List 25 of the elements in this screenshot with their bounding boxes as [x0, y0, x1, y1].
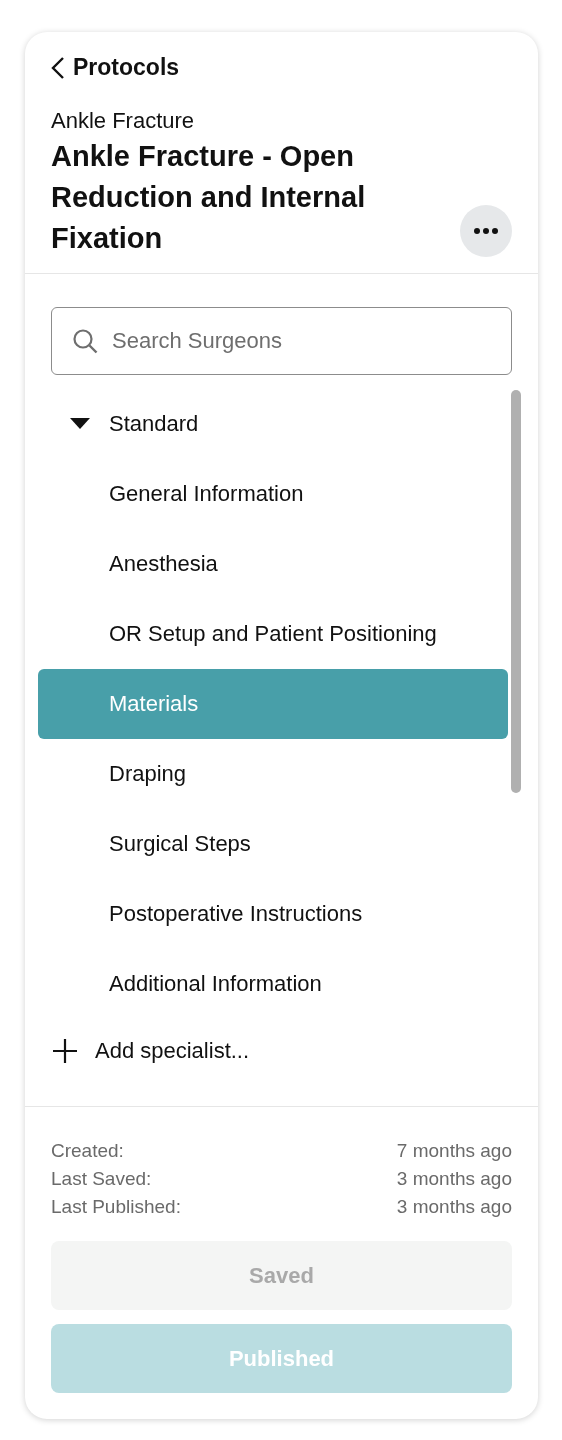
more-icon [474, 227, 498, 234]
meta-label: Created: [51, 1139, 124, 1163]
tree-item[interactable]: Surgical Steps [38, 808, 508, 879]
chevron-left-icon [51, 55, 65, 80]
tree-item[interactable]: OR Setup and Patient Positioning [38, 598, 508, 669]
meta-value: 3 months ago [396, 1167, 512, 1191]
add-specialist-button[interactable]: Add specialist... [51, 1018, 250, 1083]
meta-label: Last Published: [51, 1195, 181, 1219]
meta-label: Last Saved: [51, 1167, 152, 1191]
tree-item[interactable]: Draping [38, 738, 508, 809]
tree-item[interactable]: Additional Information [38, 948, 508, 1019]
tree-item[interactable]: Postoperative Instructions [38, 878, 508, 949]
tree-group[interactable]: Standard [38, 388, 508, 459]
category-label: Ankle Fracture [51, 107, 196, 134]
protocol-title: Ankle Fracture - Open Reduction and Internal Fixation [51, 138, 367, 256]
tree-item[interactable]: Anesthesia [38, 528, 508, 599]
plus-icon [51, 1036, 79, 1065]
caret-down-icon [70, 417, 90, 430]
meta-value: 7 months ago [396, 1139, 512, 1163]
tree-item[interactable]: General Information [38, 458, 508, 529]
search-field[interactable]: Search Surgeons [51, 306, 512, 375]
scrollbar[interactable] [511, 389, 521, 793]
back-link[interactable]: Protocols [51, 54, 180, 81]
meta-value: 3 months ago [396, 1195, 512, 1219]
search-icon [72, 327, 98, 354]
